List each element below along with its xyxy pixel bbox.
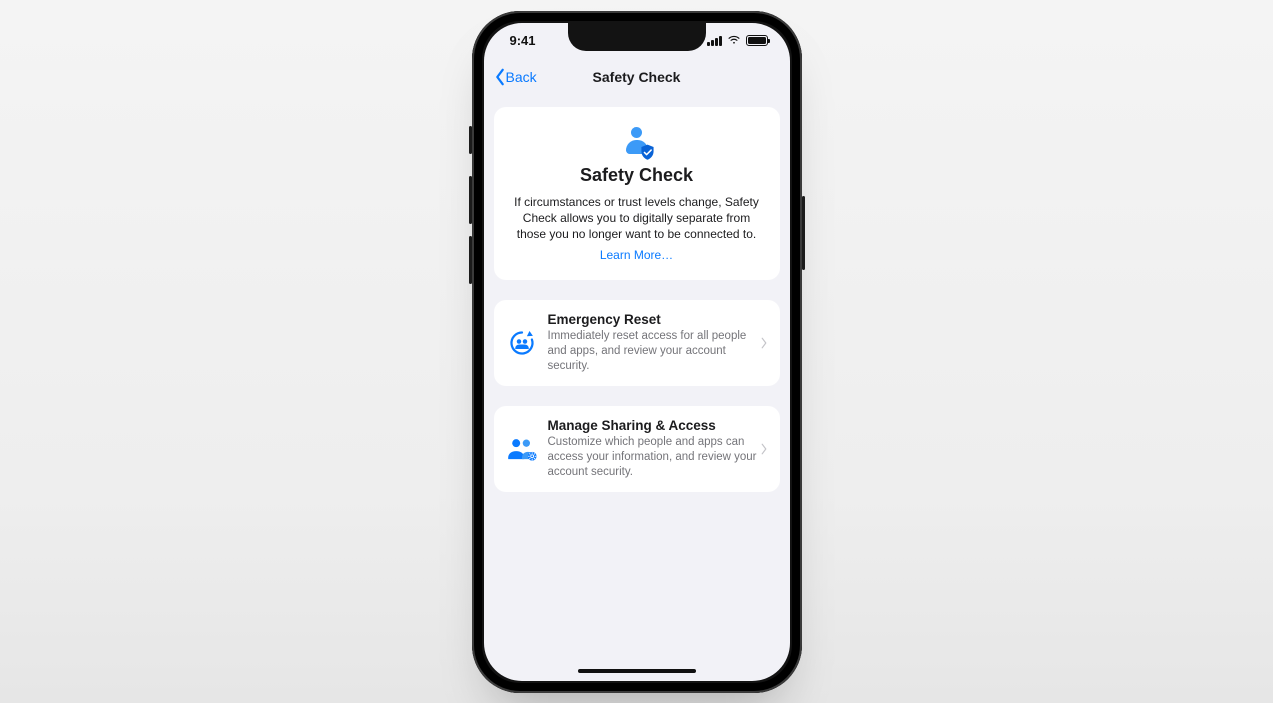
cellular-signal-icon: [707, 36, 722, 46]
manage-sharing-icon: [506, 433, 538, 465]
learn-more-link[interactable]: Learn More…: [600, 248, 673, 262]
chevron-left-icon: [494, 68, 506, 86]
row-emergency-reset[interactable]: Emergency Reset Immediately reset access…: [494, 300, 780, 386]
row-title: Manage Sharing & Access: [548, 418, 760, 433]
nav-bar: Back Safety Check: [484, 59, 790, 95]
status-time: 9:41: [510, 33, 536, 48]
phone-frame: 9:41: [472, 11, 802, 693]
silent-switch: [469, 126, 472, 154]
person-shield-icon: [621, 127, 653, 159]
emergency-reset-icon: [506, 327, 538, 359]
row-title: Emergency Reset: [548, 312, 760, 327]
back-button[interactable]: Back: [494, 68, 537, 86]
wifi-icon: [727, 32, 741, 49]
back-label: Back: [506, 69, 537, 85]
hero-body: If circumstances or trust levels change,…: [510, 194, 764, 243]
volume-down-button: [469, 236, 472, 284]
row-subtitle: Customize which people and apps can acce…: [548, 435, 760, 480]
side-button: [802, 196, 805, 270]
phone-screen: 9:41: [484, 23, 790, 681]
home-indicator[interactable]: [578, 669, 696, 673]
chevron-right-icon: [760, 337, 770, 349]
hero-title: Safety Check: [510, 165, 764, 186]
battery-icon: [746, 35, 768, 46]
chevron-right-icon: [760, 443, 770, 455]
volume-up-button: [469, 176, 472, 224]
hero-card: Safety Check If circumstances or trust l…: [494, 107, 780, 281]
row-manage-sharing[interactable]: Manage Sharing & Access Customize which …: [494, 406, 780, 492]
notch: [568, 23, 706, 51]
row-subtitle: Immediately reset access for all people …: [548, 329, 760, 374]
